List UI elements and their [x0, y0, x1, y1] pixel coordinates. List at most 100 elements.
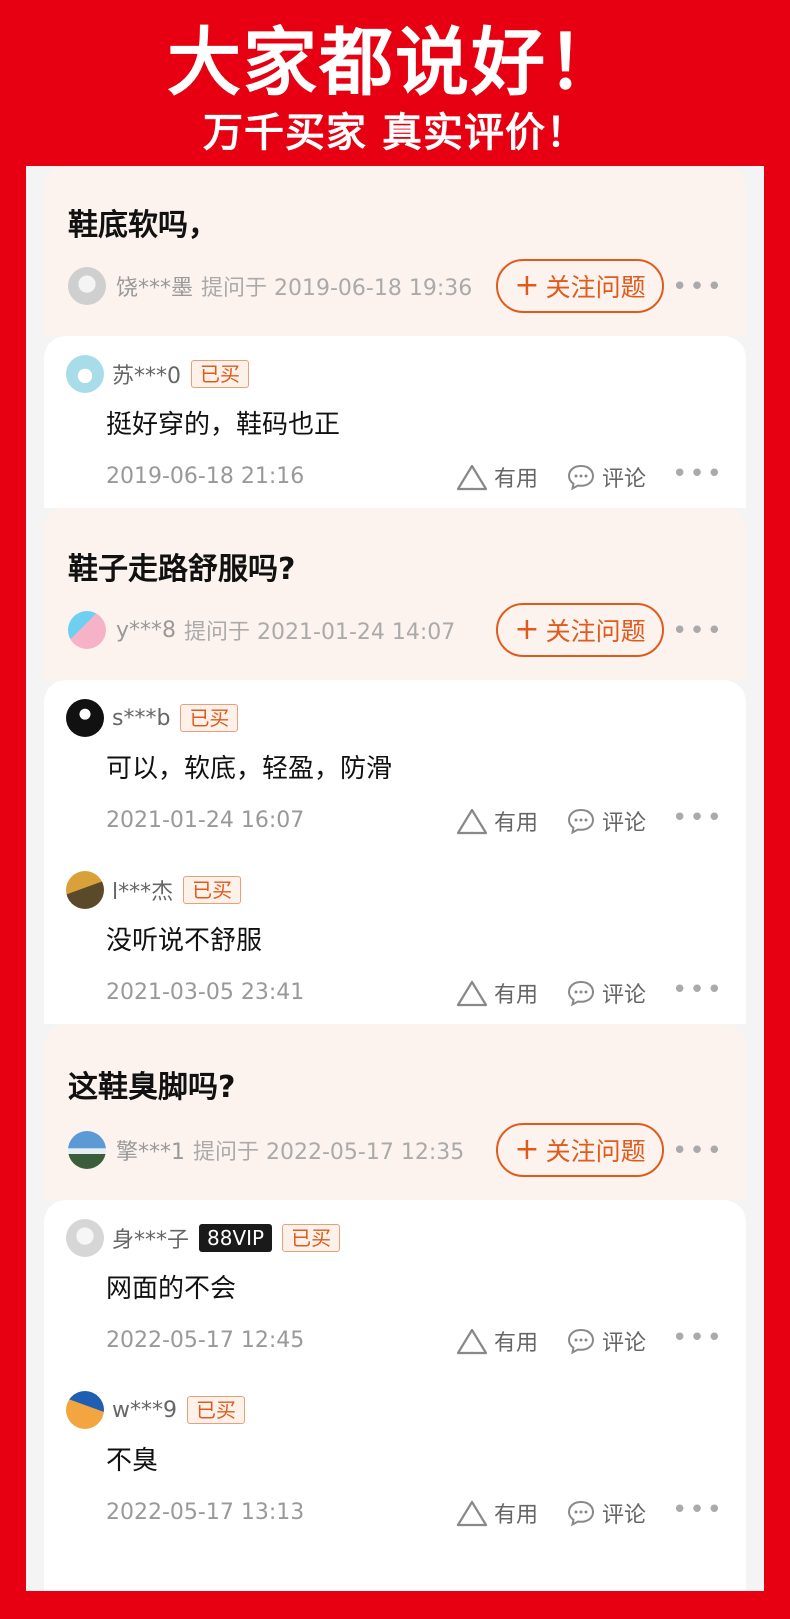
answer-footer: 2021-01-24 16:07 有用 评论 •••	[106, 804, 724, 838]
answer-header: 身***子 88VIP 已买	[66, 1218, 341, 1258]
bought-badge: 已买	[191, 360, 249, 388]
avatar[interactable]	[66, 699, 104, 737]
answer-username[interactable]: 苏***0	[112, 358, 181, 390]
useful-button[interactable]: 有用	[456, 976, 538, 1010]
comment-icon	[566, 807, 596, 835]
more-icon[interactable]: •••	[672, 461, 724, 487]
answer-item: w***9 已买 不臭 2022-05-17 13:13 有用 评论 •••	[44, 1372, 746, 1544]
avatar[interactable]	[68, 611, 106, 649]
question-title: 鞋子走路舒服吗?	[68, 552, 296, 587]
thumb-triangle-icon	[456, 1327, 488, 1355]
question-card: 这鞋臭脚吗? 擎***1 提问于 2022-05-17 12:35 + 关注问题 …	[44, 1024, 746, 1200]
more-icon[interactable]: •••	[672, 805, 724, 831]
answer-username[interactable]: l***杰	[112, 874, 173, 906]
answers-card: s***b 已买 可以，软底，轻盈，防滑 2021-01-24 16:07 有用…	[44, 680, 746, 1024]
more-icon[interactable]: •••	[672, 977, 724, 1003]
answer-text: 挺好穿的，鞋码也正	[106, 410, 341, 440]
more-icon[interactable]: •••	[672, 618, 724, 644]
answer-time: 2021-01-24 16:07	[106, 808, 305, 833]
banner-title: 大家都说好！	[167, 20, 623, 106]
answer-footer: 2021-03-05 23:41 有用 评论 •••	[106, 976, 724, 1010]
answer-text: 没听说不舒服	[106, 926, 263, 956]
answer-text: 可以，软底，轻盈，防滑	[106, 754, 393, 784]
question-meta: y***8 提问于 2021-01-24 14:07	[68, 610, 455, 650]
answer-header: l***杰 已买	[66, 870, 242, 910]
answer-text: 不臭	[106, 1446, 159, 1476]
question-username[interactable]: y***8	[116, 618, 176, 643]
plus-icon: +	[514, 268, 540, 303]
thumb-triangle-icon	[456, 463, 488, 491]
answer-text: 网面的不会	[106, 1274, 237, 1304]
useful-button[interactable]: 有用	[456, 1496, 538, 1530]
answers-card: 苏***0 已买 挺好穿的，鞋码也正 2019-06-18 21:16 有用 评…	[44, 336, 746, 508]
banner-subtitle: 万千买家 真实评价！	[203, 110, 587, 156]
answer-username[interactable]: w***9	[112, 1398, 177, 1423]
vip-badge: 88VIP	[199, 1224, 273, 1252]
follow-question-button[interactable]: + 关注问题	[496, 603, 664, 657]
thumb-triangle-icon	[456, 807, 488, 835]
comment-button[interactable]: 评论	[566, 804, 646, 838]
avatar[interactable]	[66, 871, 104, 909]
comment-button[interactable]: 评论	[566, 460, 646, 494]
avatar[interactable]	[66, 1391, 104, 1429]
answer-footer: 2022-05-17 12:45 有用 评论 •••	[106, 1324, 724, 1358]
more-icon[interactable]: •••	[672, 1138, 724, 1164]
question-title: 这鞋臭脚吗?	[68, 1070, 236, 1105]
answer-item: s***b 已买 可以，软底，轻盈，防滑 2021-01-24 16:07 有用…	[44, 680, 746, 852]
comment-button[interactable]: 评论	[566, 1496, 646, 1530]
comment-icon	[566, 1499, 596, 1527]
answer-footer: 2019-06-18 21:16 有用 评论 •••	[106, 460, 724, 494]
thumb-triangle-icon	[456, 979, 488, 1007]
answer-username[interactable]: s***b	[112, 706, 170, 731]
follow-question-button[interactable]: + 关注问题	[496, 1123, 664, 1177]
question-meta: 擎***1 提问于 2022-05-17 12:35	[68, 1130, 464, 1170]
bought-badge: 已买	[180, 704, 239, 732]
question-username[interactable]: 擎***1	[116, 1134, 185, 1166]
answer-header: w***9 已买	[66, 1390, 245, 1430]
avatar[interactable]	[68, 1131, 106, 1169]
answer-header: 苏***0 已买	[66, 354, 249, 394]
question-card: 鞋子走路舒服吗? y***8 提问于 2021-01-24 14:07 + 关注问…	[44, 508, 746, 680]
answer-item: l***杰 已买 没听说不舒服 2021-03-05 23:41 有用 评论 •…	[44, 852, 746, 1024]
bought-badge: 已买	[183, 876, 242, 904]
answer-item: 苏***0 已买 挺好穿的，鞋码也正 2019-06-18 21:16 有用 评…	[44, 336, 746, 508]
avatar[interactable]	[68, 267, 106, 305]
more-icon[interactable]: •••	[672, 274, 724, 300]
avatar[interactable]	[66, 1219, 104, 1257]
question-card: 鞋底软吗， 饶***墨 提问于 2019-06-18 19:36 + 关注问题 •…	[44, 166, 746, 336]
answer-item: 身***子 88VIP 已买 网面的不会 2022-05-17 12:45 有用…	[44, 1200, 746, 1372]
question-time: 提问于 2019-06-18 19:36	[201, 276, 473, 301]
useful-button[interactable]: 有用	[456, 460, 538, 494]
avatar[interactable]	[66, 355, 104, 393]
useful-button[interactable]: 有用	[456, 1324, 538, 1358]
answer-footer: 2022-05-17 13:13 有用 评论 •••	[106, 1496, 724, 1530]
useful-button[interactable]: 有用	[456, 804, 538, 838]
answers-card: 身***子 88VIP 已买 网面的不会 2022-05-17 12:45 有用…	[44, 1200, 746, 1591]
bought-badge: 已买	[187, 1396, 245, 1424]
question-time: 提问于 2022-05-17 12:35	[193, 1140, 465, 1165]
comment-icon	[566, 979, 596, 1007]
question-title: 鞋底软吗，	[68, 208, 218, 243]
bought-badge: 已买	[282, 1224, 341, 1252]
more-icon[interactable]: •••	[672, 1325, 724, 1351]
answer-time: 2019-06-18 21:16	[106, 464, 305, 489]
more-icon[interactable]: •••	[672, 1497, 724, 1523]
comment-button[interactable]: 评论	[566, 1324, 646, 1358]
question-meta: 饶***墨 提问于 2019-06-18 19:36	[68, 266, 472, 306]
follow-question-button[interactable]: + 关注问题	[496, 259, 664, 313]
answer-username[interactable]: 身***子	[112, 1222, 189, 1254]
answer-header: s***b 已买	[66, 698, 239, 738]
banner: 大家都说好！ 万千买家 真实评价！	[0, 0, 790, 166]
plus-icon: +	[514, 612, 540, 647]
thumb-triangle-icon	[456, 1499, 488, 1527]
comment-icon	[566, 1327, 596, 1355]
question-username[interactable]: 饶***墨	[116, 270, 193, 302]
plus-icon: +	[514, 1132, 540, 1167]
answer-time: 2022-05-17 13:13	[106, 1500, 305, 1525]
question-time: 提问于 2021-01-24 14:07	[184, 620, 456, 645]
qa-panel: 鞋底软吗， 饶***墨 提问于 2019-06-18 19:36 + 关注问题 •…	[26, 166, 764, 1591]
answer-time: 2022-05-17 12:45	[106, 1328, 305, 1353]
answer-time: 2021-03-05 23:41	[106, 980, 305, 1005]
comment-button[interactable]: 评论	[566, 976, 646, 1010]
comment-icon	[566, 463, 596, 491]
